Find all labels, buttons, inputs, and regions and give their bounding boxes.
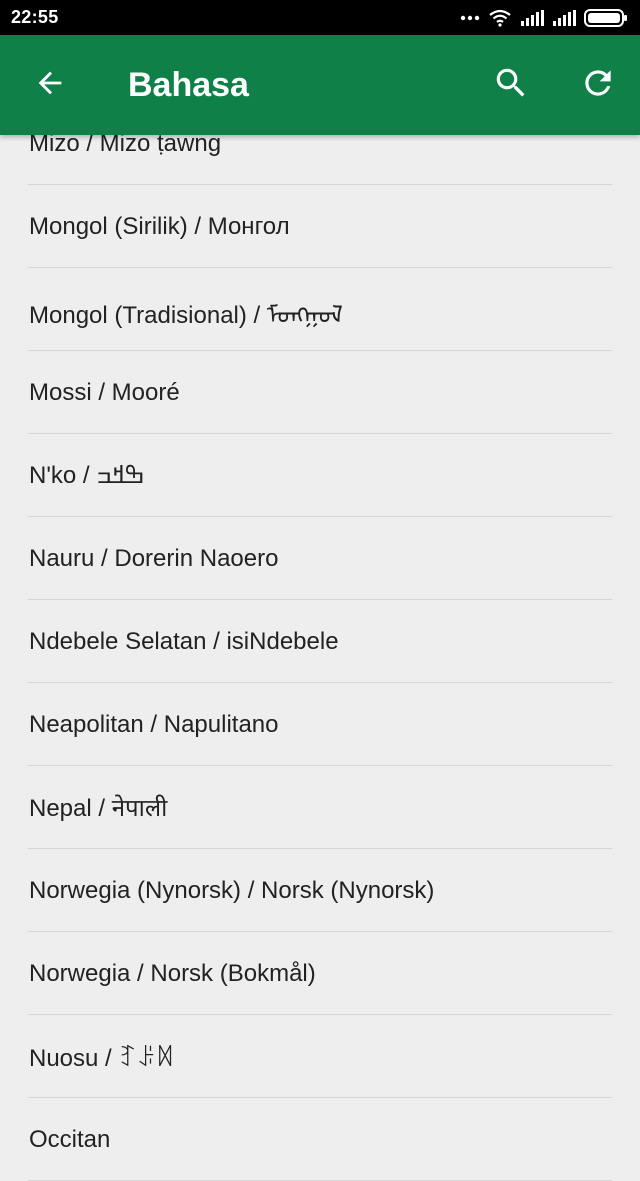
status-time: 22:55 <box>11 7 59 27</box>
arrow-back-icon <box>33 66 67 105</box>
status-bar: 22:55 <box>0 0 640 35</box>
battery-icon <box>584 8 628 27</box>
list-item-language[interactable]: Norwegia (Nynorsk) / Norsk (Nynorsk) <box>0 849 640 932</box>
back-button[interactable] <box>20 55 80 115</box>
list-item-language[interactable]: Nauru / Dorerin Naoero <box>0 517 640 600</box>
signal-icon-2 <box>552 9 576 26</box>
list-item-language[interactable]: Nuosu / ꆈꌠꉙ <box>0 1015 640 1098</box>
wifi-icon <box>488 9 512 27</box>
refresh-button[interactable] <box>568 55 628 115</box>
status-icons <box>460 8 628 27</box>
refresh-icon <box>579 64 617 107</box>
page-title: Bahasa <box>128 66 249 104</box>
list-item-language[interactable]: Mongol (Tradisional) / ᠮᠣᠩᠭᠣᠯ <box>0 268 640 351</box>
signal-icon <box>520 9 544 26</box>
list-item-language[interactable]: N'ko / ߒߞߏ <box>0 434 640 517</box>
list-item-language[interactable]: Mongol (Sirilik) / Монгол <box>0 185 640 268</box>
language-list: Mizo / Mizo ṭawng Mongol (Sirilik) / Мон… <box>0 102 640 1181</box>
list-item-language[interactable]: Occitan <box>0 1098 640 1181</box>
list-item-language[interactable]: Mossi / Mooré <box>0 351 640 434</box>
list-item-language[interactable]: Nepal / नेपाली <box>0 766 640 849</box>
search-icon <box>492 64 530 107</box>
list-item-language[interactable]: Neapolitan / Napulitano <box>0 683 640 766</box>
search-button[interactable] <box>481 55 541 115</box>
list-item-language[interactable]: Norwegia / Norsk (Bokmål) <box>0 932 640 1015</box>
list-item-language[interactable]: Ndebele Selatan / isiNdebele <box>0 600 640 683</box>
more-dots-icon <box>460 15 480 21</box>
app-bar: Bahasa <box>0 35 640 135</box>
